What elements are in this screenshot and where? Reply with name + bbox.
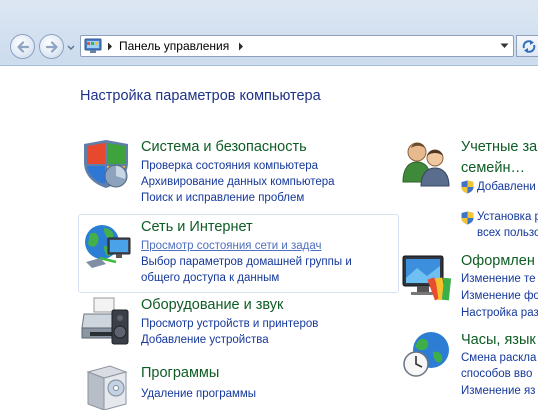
- link-change-keyboard-cont[interactable]: способов вво: [461, 366, 532, 382]
- category-user-accounts-cont[interactable]: семейн…: [461, 159, 525, 177]
- breadcrumb-control-panel[interactable]: Панель управления: [119, 39, 229, 54]
- link-uninstall-program[interactable]: Удаление программы: [141, 386, 256, 402]
- category-network-internet[interactable]: Сеть и Интернет: [141, 218, 253, 236]
- control-panel-icon: [84, 38, 102, 53]
- link-change-display-language[interactable]: Изменение яз: [461, 383, 535, 399]
- address-bar[interactable]: Панель управления: [80, 35, 514, 57]
- link-backup-computer[interactable]: Архивирование данных компьютера: [141, 174, 335, 190]
- network-globe-icon[interactable]: [82, 220, 134, 272]
- link-add-device[interactable]: Добавление устройства: [141, 332, 269, 348]
- refresh-icon: [522, 40, 536, 53]
- link-view-network-status[interactable]: Просмотр состояния сети и задач: [141, 238, 321, 254]
- breadcrumb-chevron-icon[interactable]: [237, 41, 245, 52]
- link-add-user[interactable]: Добавлени: [477, 179, 536, 195]
- page-title: Настройка параметров компьютера: [80, 88, 321, 104]
- appearance-monitor-icon[interactable]: [401, 252, 453, 302]
- breadcrumb-chevron-icon[interactable]: [106, 41, 114, 52]
- category-user-accounts[interactable]: Учетные за: [461, 138, 537, 156]
- forward-arrow-icon: [45, 41, 58, 53]
- link-check-computer-status[interactable]: Проверка состояния компьютера: [141, 158, 318, 174]
- link-homegroup-options[interactable]: Выбор параметров домашней группы и: [141, 254, 352, 270]
- category-hardware-sound[interactable]: Оборудование и звук: [141, 296, 283, 314]
- link-view-devices-printers[interactable]: Просмотр устройств и принтеров: [141, 316, 318, 332]
- category-programs[interactable]: Программы: [141, 364, 219, 382]
- category-clock-language[interactable]: Часы, язык: [461, 331, 536, 349]
- back-button[interactable]: [10, 34, 35, 59]
- uac-shield-icon: [461, 211, 474, 225]
- shield-system-icon[interactable]: [80, 138, 132, 190]
- programs-box-icon[interactable]: [80, 358, 132, 410]
- chevron-down-icon: [500, 43, 509, 48]
- clock-globe-icon[interactable]: [401, 328, 453, 378]
- forward-button[interactable]: [39, 34, 64, 59]
- link-change-keyboard[interactable]: Смена раскла: [461, 350, 536, 366]
- link-troubleshoot[interactable]: Поиск и исправление проблем: [141, 190, 304, 206]
- recent-pages-dropdown-icon[interactable]: [66, 42, 76, 52]
- address-dropdown-button[interactable]: [496, 36, 513, 56]
- link-parental-controls-cont[interactable]: всех пользо: [477, 225, 538, 241]
- uac-shield-icon: [461, 180, 474, 194]
- refresh-button[interactable]: [516, 35, 538, 57]
- link-homegroup-options-cont[interactable]: общего доступа к данным: [141, 270, 279, 286]
- link-parental-controls[interactable]: Установка р: [477, 209, 538, 225]
- user-accounts-icon[interactable]: [401, 138, 451, 188]
- navigation-bar: Панель управления: [0, 0, 538, 66]
- link-change-background[interactable]: Изменение фо: [461, 288, 538, 304]
- category-system-security[interactable]: Система и безопасность: [141, 138, 307, 156]
- back-arrow-icon: [17, 41, 30, 53]
- printer-speaker-icon[interactable]: [80, 296, 132, 348]
- link-change-theme[interactable]: Изменение те: [461, 271, 536, 287]
- link-adjust-resolution[interactable]: Настройка раз: [461, 305, 538, 321]
- category-appearance[interactable]: Оформлен: [461, 252, 535, 270]
